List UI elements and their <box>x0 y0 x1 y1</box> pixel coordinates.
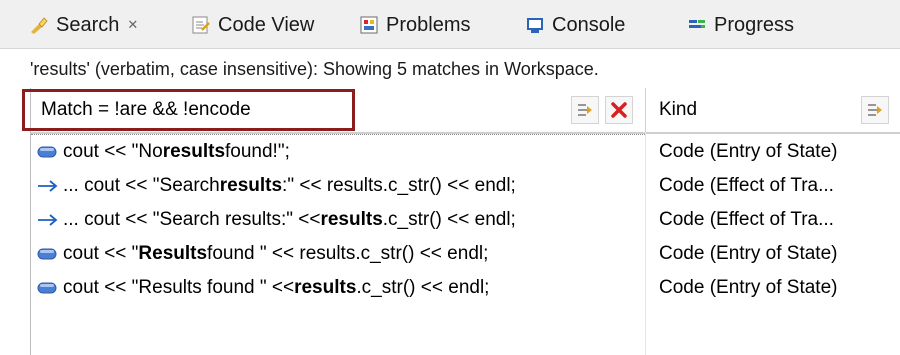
kind-text: Code (Entry of State) <box>659 277 838 298</box>
match-highlight: results <box>219 175 283 196</box>
console-icon <box>524 14 546 36</box>
search-status-text: 'results' (verbatim, case insensitive): … <box>30 59 599 79</box>
close-icon[interactable]: ✕ <box>127 17 138 33</box>
kind-cell: Code (Effect of Tra... <box>649 169 900 203</box>
tab-console-label: Console <box>552 13 626 36</box>
match-text-pre: cout << " <box>63 243 139 264</box>
match-text-post: found!"; <box>225 141 290 162</box>
tab-console[interactable]: Console <box>524 10 625 40</box>
tab-progress[interactable]: Progress <box>686 10 794 40</box>
match-cell: cout << "Results found " << results.c_st… <box>31 271 646 305</box>
table-row[interactable]: cout << "No results found!"; Code (Entry… <box>31 135 900 169</box>
match-highlight: Results <box>138 243 208 264</box>
column-header-match[interactable]: Match = !are && !encode <box>31 88 646 132</box>
match-cell: ... cout << "Search results:" << results… <box>31 203 646 237</box>
tab-search-label: Search <box>56 13 120 36</box>
code-view-icon <box>190 14 212 36</box>
tab-search[interactable]: Search ✕ <box>28 10 138 40</box>
kind-text: Code (Entry of State) <box>659 243 838 264</box>
table-header: Match = !are && !encode Kind <box>31 88 900 134</box>
transition-arrow-icon <box>37 179 59 193</box>
state-entry-icon <box>37 247 59 261</box>
match-text-post: :" << results.c_str() << endl; <box>282 175 516 196</box>
kind-cell: Code (Entry of State) <box>649 271 900 305</box>
match-highlight: results <box>162 141 226 162</box>
table-row[interactable]: cout << "Results found " << results.c_st… <box>31 271 900 305</box>
kind-text: Code (Effect of Tra... <box>659 175 834 196</box>
match-text-pre: cout << "No <box>63 141 163 162</box>
tab-problems[interactable]: Problems <box>358 10 470 40</box>
match-text-post: .c_str() << endl; <box>356 277 490 298</box>
search-flashlight-icon <box>28 14 50 36</box>
filter-arrow-icon <box>578 104 592 116</box>
kind-cell: Code (Entry of State) <box>649 135 900 169</box>
tab-code-view-label: Code View <box>218 13 315 36</box>
table-row[interactable]: ... cout << "Search results:" << results… <box>31 169 900 203</box>
problems-icon <box>358 14 380 36</box>
match-cell: cout << "No results found!"; <box>31 135 646 169</box>
table-row[interactable]: ... cout << "Search results:" << results… <box>31 203 900 237</box>
kind-cell: Code (Effect of Tra... <box>649 203 900 237</box>
match-highlight: results <box>294 277 357 298</box>
match-text-post: found " << results.c_str() << endl; <box>207 243 489 264</box>
tab-problems-label: Problems <box>386 13 471 36</box>
state-entry-icon <box>37 145 59 159</box>
kind-filter-button[interactable] <box>861 96 889 124</box>
filter-arrow-icon <box>868 104 882 116</box>
match-highlight: results <box>320 209 383 230</box>
remove-x-icon <box>611 102 627 118</box>
progress-icon <box>686 14 708 36</box>
table-row[interactable]: cout << "Results found " << results.c_st… <box>31 237 900 271</box>
transition-arrow-icon <box>37 213 59 227</box>
add-filter-button[interactable] <box>571 96 599 124</box>
kind-text: Code (Effect of Tra... <box>659 209 834 230</box>
kind-text: Code (Entry of State) <box>659 141 838 162</box>
match-cell: ... cout << "Search results:" << results… <box>31 169 646 203</box>
tab-code-view[interactable]: Code View <box>190 10 314 40</box>
tab-progress-label: Progress <box>714 13 795 36</box>
column-divider <box>645 132 646 355</box>
column-kind-label: Kind <box>659 99 698 120</box>
remove-filter-button[interactable] <box>605 96 633 124</box>
match-text-post: .c_str() << endl; <box>382 209 516 230</box>
match-text-pre: ... cout << "Search results:" << <box>63 209 321 230</box>
view-tab-bar: Search ✕ Code View Problems Console Prog… <box>0 0 900 49</box>
search-view: Search ✕ Code View Problems Console Prog… <box>0 0 900 355</box>
state-entry-icon <box>37 281 59 295</box>
match-text-pre: ... cout << "Search <box>63 175 220 196</box>
kind-cell: Code (Entry of State) <box>649 237 900 271</box>
column-match-label: Match = !are && !encode <box>41 99 251 120</box>
match-text-pre: cout << "Results found " << <box>63 277 295 298</box>
column-header-kind[interactable]: Kind <box>649 88 900 132</box>
match-cell: cout << "Results found " << results.c_st… <box>31 237 646 271</box>
results-table: Match = !are && !encode Kind cout << "No… <box>30 88 900 355</box>
